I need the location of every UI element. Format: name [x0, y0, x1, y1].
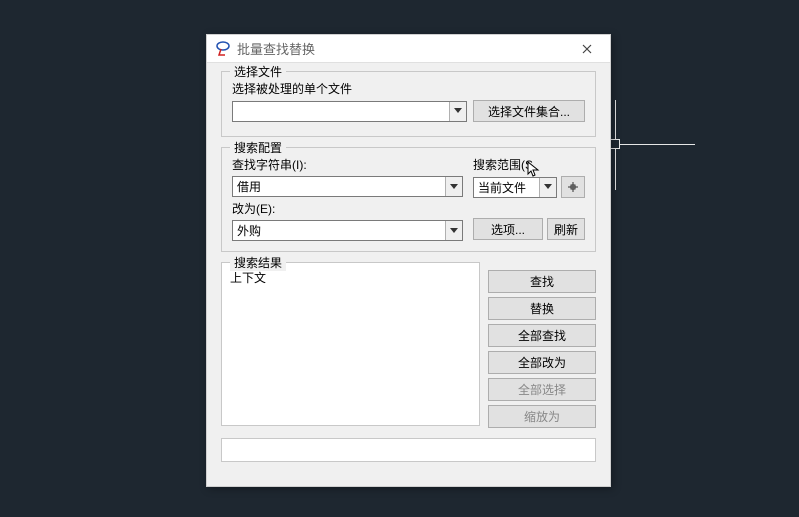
search-results-group: 搜索结果 上下文	[221, 262, 480, 428]
options-button[interactable]: 选项...	[473, 218, 543, 240]
find-button[interactable]: 查找	[488, 270, 596, 293]
replace-button[interactable]: 替换	[488, 297, 596, 320]
search-results-legend: 搜索结果	[230, 254, 286, 271]
chevron-down-icon	[449, 102, 466, 121]
close-icon	[582, 44, 592, 54]
zoom-to-button[interactable]: 缩放为	[488, 405, 596, 428]
select-all-button[interactable]: 全部选择	[488, 378, 596, 401]
replace-with-label: 改为(E):	[232, 200, 463, 217]
file-select-legend: 选择文件	[230, 63, 286, 80]
file-select-group: 选择文件 选择被处理的单个文件 选择文件集合...	[221, 71, 596, 137]
chevron-down-icon	[445, 177, 462, 196]
find-string-label: 查找字符串(I):	[232, 156, 463, 173]
select-file-set-button[interactable]: 选择文件集合...	[473, 100, 585, 122]
batch-find-replace-dialog: 批量查找替换 选择文件 选择被处理的单个文件 选择文件集合...	[206, 34, 611, 487]
search-config-legend: 搜索配置	[230, 139, 286, 156]
close-button[interactable]	[568, 36, 606, 62]
replace-all-button[interactable]: 全部改为	[488, 351, 596, 374]
pick-object-button[interactable]	[561, 176, 585, 198]
search-scope-label: 搜索范围(S	[473, 156, 585, 173]
replace-with-value: 外购	[233, 222, 445, 239]
chevron-down-icon	[539, 178, 556, 197]
search-scope-value: 当前文件	[474, 179, 539, 196]
search-scope-combo[interactable]: 当前文件	[473, 177, 557, 198]
file-select-label: 选择被处理的单个文件	[232, 80, 585, 97]
dialog-title: 批量查找替换	[237, 39, 568, 58]
chevron-down-icon	[445, 221, 462, 240]
app-icon	[215, 41, 231, 57]
replace-with-combo[interactable]: 外购	[232, 220, 463, 241]
find-all-button[interactable]: 全部查找	[488, 324, 596, 347]
file-select-combo[interactable]	[232, 101, 467, 122]
refresh-button[interactable]: 刷新	[547, 218, 585, 240]
context-label: 上下文	[230, 271, 266, 285]
find-string-value: 借用	[233, 178, 445, 195]
titlebar[interactable]: 批量查找替换	[207, 35, 610, 63]
status-bar	[221, 438, 596, 462]
search-config-group: 搜索配置 查找字符串(I): 借用 改为(E): 外购	[221, 147, 596, 252]
crosshair-plus-icon	[567, 181, 579, 193]
find-string-combo[interactable]: 借用	[232, 176, 463, 197]
